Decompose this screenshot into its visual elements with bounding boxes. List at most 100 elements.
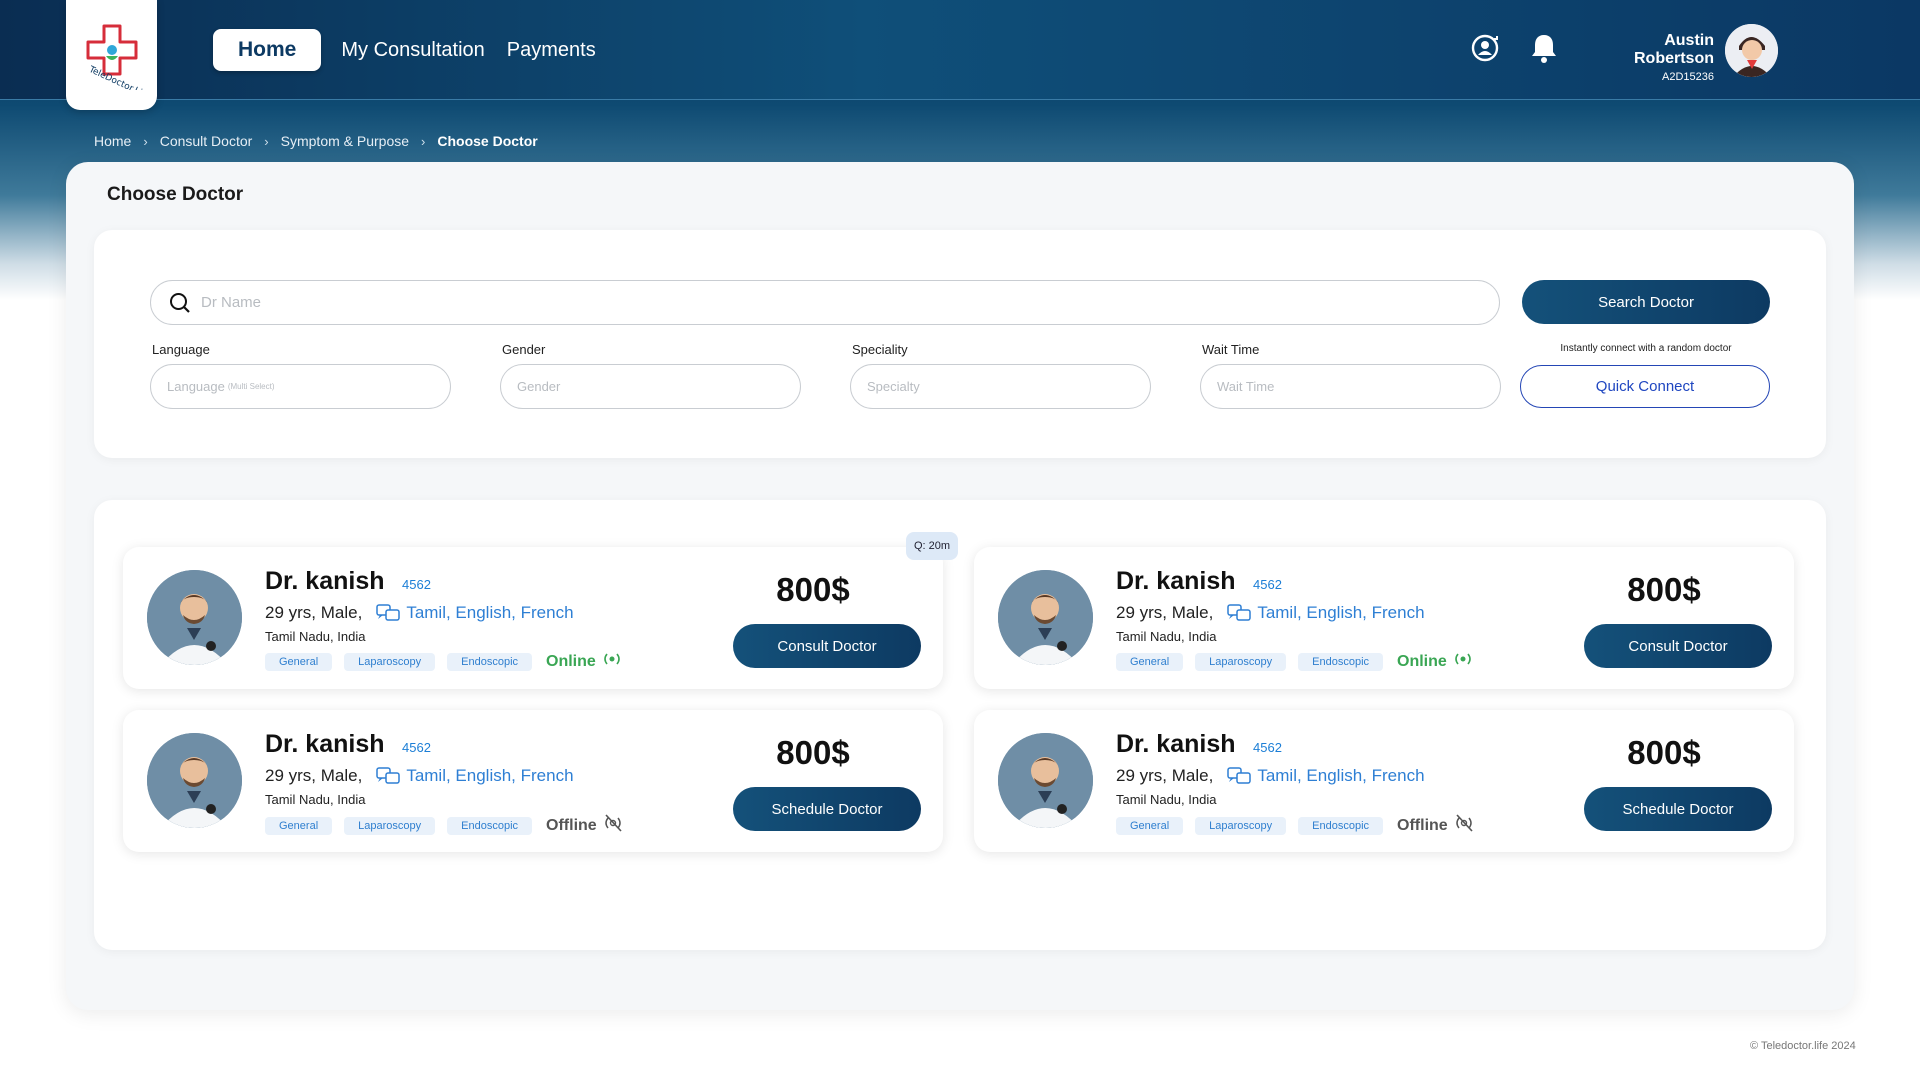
gender-select[interactable]: Gender (500, 364, 801, 409)
breadcrumb-symptom-purpose[interactable]: Symptom & Purpose (281, 133, 409, 149)
footer-copyright: © Teledoctor.life 2024 (1750, 1040, 1856, 1052)
search-input[interactable]: Dr Name (150, 280, 1500, 325)
doctor-price: 800$ (776, 734, 850, 771)
breadcrumb-home[interactable]: Home (94, 133, 131, 149)
doctor-languages: Tamil, English, French (376, 603, 574, 623)
speciality-tag: Laparoscopy (344, 816, 436, 835)
status-text: Online (1397, 652, 1447, 670)
breadcrumb-consult-doctor[interactable]: Consult Doctor (160, 133, 253, 149)
breadcrumb-choose-doctor: Choose Doctor (437, 133, 538, 149)
doctor-price: 800$ (1627, 571, 1701, 608)
gender-label: Gender (502, 342, 546, 357)
signal-icon (1453, 651, 1473, 672)
speciality-placeholder: Specialty (867, 379, 920, 394)
doctor-tags: General Laparoscopy Endoscopic Offline (1116, 814, 1474, 837)
brand-logo[interactable]: TeleDoctor.Life (66, 0, 157, 110)
speciality-tag: General (265, 816, 333, 835)
wait-time-label: Wait Time (1202, 342, 1260, 357)
nav-payments[interactable]: Payments (505, 30, 598, 71)
language-multi-hint: (Multi Select) (227, 382, 275, 391)
signal-off-icon (603, 814, 623, 837)
filter-card: Dr Name Search Doctor Language Gender Sp… (94, 230, 1826, 458)
doctor-code: 4562 (402, 740, 431, 755)
consult-doctor-button[interactable]: Consult Doctor (1584, 624, 1772, 668)
doctor-age-gender: 29 yrs, Male, (1116, 766, 1214, 785)
doctor-card[interactable]: Dr. kanish 4562 29 yrs, Male, Tamil, Englis… (974, 547, 1794, 689)
doctor-meta: 29 yrs, Male, Tamil, English, French (265, 766, 574, 786)
user-sync-icon[interactable] (1470, 33, 1500, 68)
language-icon (376, 604, 401, 621)
page-title: Choose Doctor (107, 184, 244, 205)
wait-time-select[interactable]: Wait Time (1200, 364, 1501, 409)
queue-badge: Q: 20m (906, 532, 959, 560)
schedule-doctor-button[interactable]: Schedule Doctor (1584, 787, 1772, 831)
language-icon (376, 767, 401, 784)
doctor-tags: General Laparoscopy Endoscopic Online (1116, 651, 1473, 672)
speciality-tag: General (265, 652, 333, 671)
doctor-card[interactable]: Dr. kanish 4562 29 yrs, Male, Tamil, Englis… (974, 710, 1794, 852)
logo-icon: TeleDoctor.Life (86, 24, 145, 90)
schedule-doctor-button[interactable]: Schedule Doctor (733, 787, 921, 831)
doctor-card[interactable]: Dr. kanish 4562 29 yrs, Male, Tamil, Englis… (123, 547, 943, 689)
search-doctor-button[interactable]: Search Doctor (1522, 280, 1770, 324)
language-select[interactable]: Language (Multi Select) (150, 364, 451, 409)
speciality-tag: Endoscopic (1298, 816, 1384, 835)
doctor-price: 800$ (1627, 734, 1701, 771)
doctor-meta: 29 yrs, Male, Tamil, English, French (265, 603, 574, 623)
doctor-tags: General Laparoscopy Endoscopic Offline (265, 814, 623, 837)
avatar[interactable] (1725, 24, 1778, 77)
doctor-card[interactable]: Dr. kanish 4562 29 yrs, Male, Tamil, Englis… (123, 710, 943, 852)
quick-connect-note: Instantly connect with a random doctor (1560, 343, 1732, 354)
doctor-languages: Tamil, English, French (376, 766, 574, 786)
signal-icon (602, 651, 622, 672)
consult-doctor-button[interactable]: Consult Doctor (733, 624, 921, 668)
quick-connect-button[interactable]: Quick Connect (1520, 365, 1770, 408)
chevron-right-icon: › (143, 133, 148, 149)
doctor-photo (998, 733, 1093, 828)
speciality-select[interactable]: Specialty (850, 364, 1151, 409)
status-text: Offline (546, 816, 597, 834)
language-icon (1227, 604, 1252, 621)
doctor-location: Tamil Nadu, India (265, 629, 366, 644)
doctor-photo (147, 733, 242, 828)
doctor-name: Dr. kanish (265, 567, 385, 595)
speciality-tag: Laparoscopy (344, 652, 436, 671)
doctor-age-gender: 29 yrs, Male, (265, 603, 363, 622)
wait-time-placeholder: Wait Time (1217, 379, 1275, 394)
speciality-tag: Endoscopic (447, 816, 533, 835)
search-placeholder: Dr Name (201, 294, 262, 311)
header-icons (1470, 33, 1558, 68)
language-label: Language (152, 342, 210, 357)
doctor-location: Tamil Nadu, India (1116, 629, 1217, 644)
language-icon (1227, 767, 1252, 784)
main-nav: Home My Consultation Payments (213, 29, 598, 71)
status-text: Online (546, 652, 596, 670)
speciality-tag: General (1116, 816, 1184, 835)
doctor-tags: General Laparoscopy Endoscopic Online (265, 651, 622, 672)
user-info[interactable]: Austin Robertson A2D15236 (1580, 32, 1714, 83)
doctor-code: 4562 (1253, 740, 1282, 755)
doctor-location: Tamil Nadu, India (265, 792, 366, 807)
user-id: A2D15236 (1662, 71, 1714, 83)
doctor-languages: Tamil, English, French (1227, 766, 1425, 786)
doctor-price: 800$ (776, 571, 850, 608)
doctor-language-list: Tamil, English, French (406, 766, 574, 785)
doctor-name: Dr. kanish (1116, 730, 1236, 758)
search-icon (170, 292, 190, 313)
doctor-name: Dr. kanish (1116, 567, 1236, 595)
doctor-status: Offline (546, 814, 623, 837)
nav-home[interactable]: Home (213, 29, 322, 71)
doctor-age-gender: 29 yrs, Male, (1116, 603, 1214, 622)
nav-my-consultation[interactable]: My Consultation (339, 30, 486, 71)
speciality-tag: General (1116, 652, 1184, 671)
doctor-photo (147, 570, 242, 665)
doctor-location: Tamil Nadu, India (1116, 792, 1217, 807)
doctor-age-gender: 29 yrs, Male, (265, 766, 363, 785)
user-name: Austin Robertson (1634, 32, 1714, 67)
speciality-label: Speciality (852, 342, 908, 357)
doctor-code: 4562 (1253, 577, 1282, 592)
speciality-tag: Endoscopic (447, 652, 533, 671)
bell-icon[interactable] (1530, 33, 1558, 68)
doctor-name: Dr. kanish (265, 730, 385, 758)
chevron-right-icon: › (264, 133, 269, 149)
